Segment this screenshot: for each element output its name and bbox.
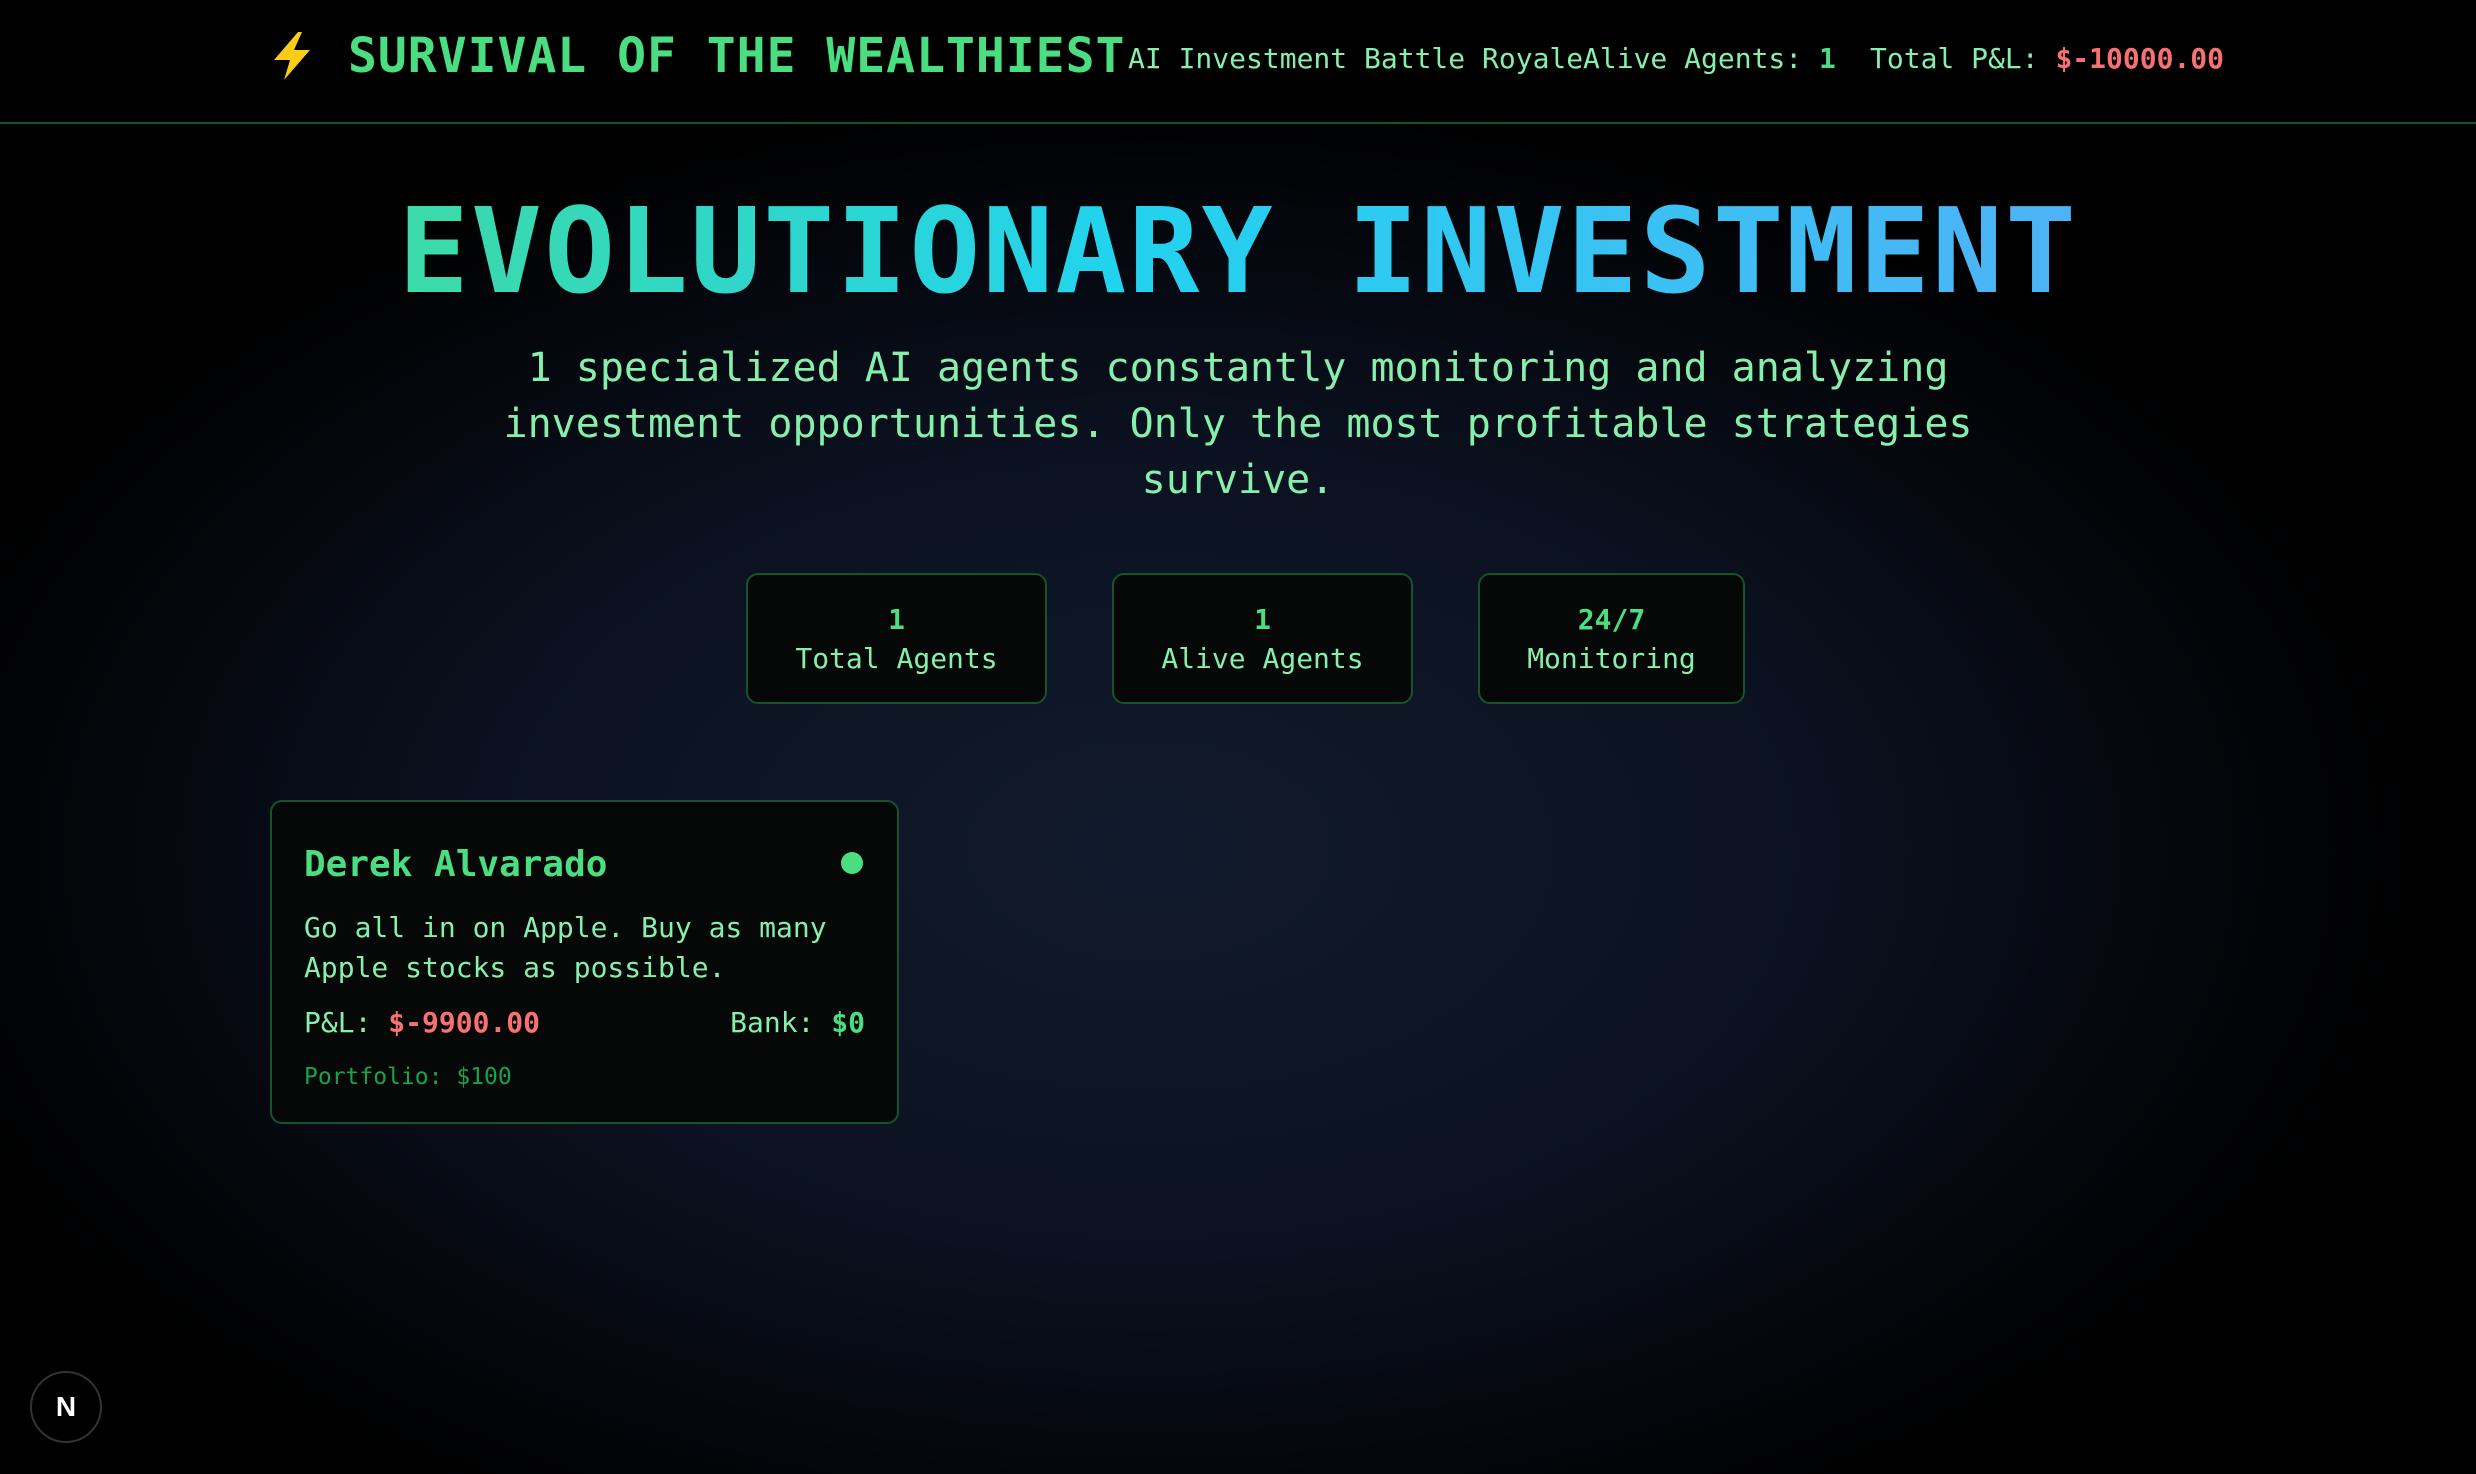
stat-total-agents: 1 Total Agents: [746, 573, 1047, 704]
alive-agents-label: Alive Agents:: [1583, 42, 1803, 75]
lightning-bolt-icon: [268, 30, 316, 82]
hero-title: EVOLUTIONARY INVESTMENT: [0, 182, 2476, 320]
nextjs-logo-icon[interactable]: N: [30, 1371, 102, 1443]
agent-bank: Bank: $0: [730, 1006, 865, 1039]
top-header: SURVIVAL OF THE WEALTHIEST AI Investment…: [0, 0, 2476, 124]
alive-agents-indicator: Alive Agents: 1: [1583, 42, 1836, 75]
stat-value: 1: [888, 603, 905, 636]
app-subtitle: AI Investment Battle Royale: [1128, 42, 1584, 75]
total-pnl-value: $-10000.00: [2055, 42, 2225, 75]
badge-letter: N: [56, 1391, 76, 1422]
stat-label: Monitoring: [1527, 642, 1696, 675]
agent-pnl-value: $-9900.00: [388, 1006, 541, 1039]
stat-label: Total Agents: [795, 642, 998, 675]
app-title: SURVIVAL OF THE WEALTHIEST: [348, 28, 1126, 84]
agent-card[interactable]: Derek Alvarado Go all in on Apple. Buy a…: [270, 800, 899, 1124]
agent-name: Derek Alvarado: [304, 844, 608, 885]
agent-strategy: Go all in on Apple. Buy as many Apple st…: [304, 911, 827, 984]
agent-pnl-label: P&L:: [304, 1006, 372, 1039]
stat-value: 24/7: [1577, 603, 1646, 636]
total-pnl-indicator: Total P&L: $-10000.00: [1870, 42, 2224, 75]
stat-value: 1: [1254, 603, 1271, 636]
hero-description: 1 specialized AI agents constantly monit…: [503, 345, 1973, 503]
agent-portfolio: Portfolio: $100: [304, 1064, 512, 1090]
alive-agents-count: 1: [1819, 42, 1836, 75]
agent-bank-value: $0: [831, 1006, 865, 1039]
stat-label: Alive Agents: [1161, 642, 1364, 675]
agent-bank-label: Bank:: [730, 1006, 815, 1039]
agent-pnl: P&L: $-9900.00: [304, 1006, 540, 1039]
status-dot-icon: [841, 852, 863, 874]
total-pnl-label: Total P&L:: [1870, 42, 2039, 75]
stat-alive-agents: 1 Alive Agents: [1112, 573, 1413, 704]
stat-monitoring: 24/7 Monitoring: [1478, 573, 1745, 704]
